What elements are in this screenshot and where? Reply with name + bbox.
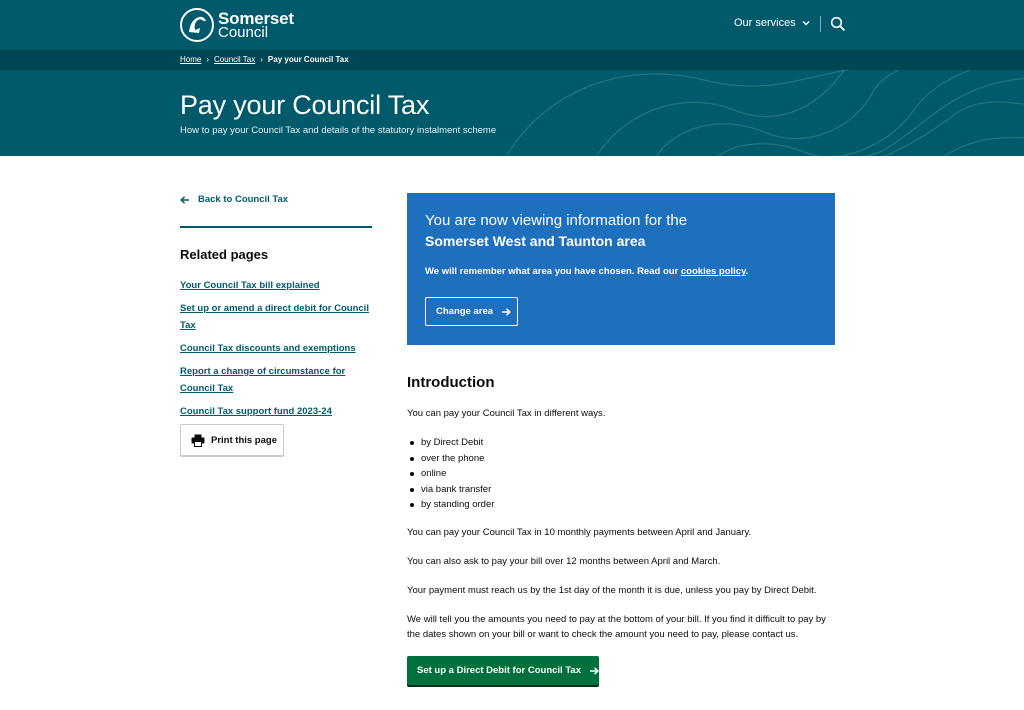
instalments-paragraph: You can pay your Council Tax in 10 month…	[407, 527, 752, 538]
print-button-label: Print this page	[211, 434, 277, 446]
related-link-direct-debit[interactable]: Set up or amend a direct debit for Counc…	[180, 303, 369, 331]
council-logo[interactable]: Somerset Council	[180, 8, 294, 42]
list-item: by standing order	[407, 497, 494, 513]
back-link-label: Back to Council Tax	[198, 194, 289, 205]
list-item: Set up or amend a direct debit for Counc…	[180, 299, 372, 333]
breadcrumb-council-tax[interactable]: Council Tax	[214, 55, 255, 64]
page-title: Pay your Council Tax	[180, 90, 430, 120]
chevron-right-icon: ›	[206, 55, 210, 64]
related-pages-heading: Related pages	[180, 247, 269, 262]
nav-divider	[820, 16, 821, 32]
contact-paragraph: We will tell you the amounts you need to…	[407, 614, 826, 640]
page-subtitle: How to pay your Council Tax and details …	[180, 125, 497, 136]
list-item: Report a change of circumstance for Coun…	[180, 362, 372, 396]
sidebar-divider	[180, 226, 372, 228]
list-item: Council Tax support fund 2023-24	[180, 402, 372, 419]
list-item: by Direct Debit	[407, 435, 494, 451]
twelve-months-paragraph: You can also ask to pay your bill over 1…	[407, 556, 721, 567]
area-notice-area-name: Somerset West and Taunton area	[425, 233, 646, 249]
setup-direct-debit-button[interactable]: Set up a Direct Debit for Council Tax	[407, 656, 599, 685]
payment-due-paragraph: Your payment must reach us by the 1st da…	[407, 585, 817, 596]
page-hero: Pay your Council Tax How to pay your Cou…	[0, 70, 1024, 156]
list-item: Council Tax discounts and exemptions	[180, 339, 372, 356]
list-item: via bank transfer	[407, 482, 494, 498]
our-services-menu[interactable]: Our services	[734, 17, 810, 29]
list-item: online	[407, 466, 494, 482]
breadcrumb-current: Pay your Council Tax	[267, 55, 349, 64]
change-area-label: Change area	[436, 306, 494, 317]
list-item: Your Council Tax bill explained	[180, 276, 372, 293]
related-link-support-fund[interactable]: Council Tax support fund 2023-24	[180, 406, 332, 417]
our-services-label: Our services	[734, 17, 796, 29]
back-to-council-tax-link[interactable]: Back to Council Tax	[180, 194, 288, 205]
arrow-right-icon	[502, 307, 511, 316]
related-pages-list: Your Council Tax bill explained Set up o…	[180, 276, 372, 425]
dragon-logo-icon	[180, 8, 214, 42]
chevron-down-icon	[802, 21, 810, 26]
logo-name: Somerset	[218, 8, 294, 28]
contour-lines-decoration	[505, 70, 1024, 156]
payment-methods-list: by Direct Debit over the phone online vi…	[407, 435, 494, 513]
printer-icon	[191, 434, 205, 447]
list-item: over the phone	[407, 451, 494, 467]
related-link-discounts[interactable]: Council Tax discounts and exemptions	[180, 343, 356, 354]
related-link-change-circumstance[interactable]: Report a change of circumstance for Coun…	[180, 366, 345, 394]
related-link-bill-explained[interactable]: Your Council Tax bill explained	[180, 280, 320, 291]
area-notice-intro: You are now viewing information for the	[425, 212, 688, 229]
cookies-policy-link[interactable]: cookies policy	[681, 266, 746, 277]
area-notice-panel: You are now viewing information for the …	[407, 193, 835, 345]
introduction-heading: Introduction	[407, 374, 495, 391]
arrow-left-icon	[180, 195, 189, 204]
remember-end: .	[745, 266, 749, 277]
print-page-button[interactable]: Print this page	[180, 424, 284, 456]
intro-paragraph: You can pay your Council Tax in differen…	[407, 408, 606, 419]
search-icon[interactable]	[830, 16, 846, 32]
area-notice-remember: We will remember what area you have chos…	[425, 266, 748, 277]
chevron-right-icon: ›	[260, 55, 263, 64]
breadcrumb-home[interactable]: Home	[180, 55, 201, 64]
arrow-right-icon	[590, 666, 599, 675]
site-header: Somerset Council Our services	[0, 0, 1024, 50]
remember-text: We will remember what area you have chos…	[425, 266, 681, 277]
setup-direct-debit-label: Set up a Direct Debit for Council Tax	[417, 665, 581, 676]
breadcrumb: Home › Council Tax › Pay your Council Ta…	[180, 55, 349, 64]
breadcrumb-bar: Home › Council Tax › Pay your Council Ta…	[0, 50, 1024, 70]
change-area-button[interactable]: Change area	[425, 297, 518, 326]
